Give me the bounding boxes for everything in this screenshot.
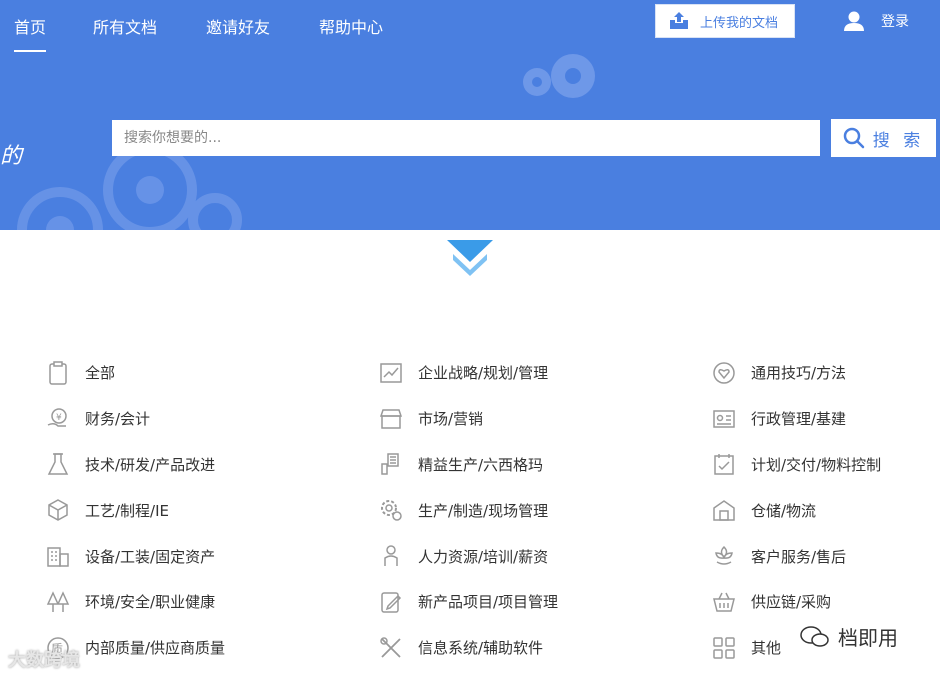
svg-text:¥: ¥ — [56, 413, 62, 423]
building-icon — [45, 543, 71, 569]
money-hand-icon: ¥ — [45, 406, 71, 432]
nav-home[interactable]: 首页 — [14, 14, 47, 52]
search-button-label: 搜 索 — [872, 130, 925, 151]
category-item[interactable]: 客户服务/售后 — [711, 533, 881, 579]
wechat-icon — [800, 625, 829, 647]
watermark-right-label: 档即用 — [838, 626, 898, 650]
category-item[interactable]: 信息系统/辅助软件 — [378, 625, 558, 671]
search-button[interactable]: 搜 索 — [831, 119, 936, 157]
gear-decoration-top-icon — [523, 54, 595, 98]
category-item[interactable]: 行政管理/基建 — [711, 396, 881, 442]
watermark-right: 档即用 — [800, 622, 898, 651]
category-label: 环境/安全/职业健康 — [85, 593, 216, 612]
upload-label: 上传我的文档 — [700, 15, 779, 31]
login-label: 登录 — [881, 14, 909, 30]
gear-icon — [378, 497, 404, 523]
category-label: 设备/工装/固定资产 — [85, 547, 216, 566]
id-card-icon — [711, 406, 737, 432]
category-item[interactable]: 人力资源/培训/薪资 — [378, 533, 558, 579]
category-label: 信息系统/辅助软件 — [418, 639, 544, 658]
category-label: 客户服务/售后 — [751, 547, 847, 566]
category-item[interactable]: 精益生产/六西格玛 — [378, 442, 558, 488]
cube-icon — [45, 497, 71, 523]
category-item[interactable]: 市场/营销 — [378, 396, 558, 442]
tools-icon — [378, 635, 404, 661]
flask-icon — [45, 451, 71, 477]
category-item[interactable]: 工艺/制程/IE — [45, 487, 225, 533]
category-item[interactable]: 技术/研发/产品改进 — [45, 442, 225, 488]
category-label: 仓储/物流 — [751, 501, 817, 520]
login-link[interactable]: 登录 — [843, 10, 909, 32]
lean-production-icon — [378, 451, 404, 477]
search-input[interactable] — [112, 120, 820, 156]
category-item[interactable]: 通用技巧/方法 — [711, 350, 881, 396]
nav-help-center[interactable]: 帮助中心 — [319, 14, 383, 38]
category-item[interactable]: 全部 — [45, 350, 225, 396]
category-item[interactable]: 仓储/物流 — [711, 487, 881, 533]
category-label: 人力资源/培训/薪资 — [418, 547, 549, 566]
nav-invite-friends[interactable]: 邀请好友 — [206, 14, 270, 38]
category-item[interactable]: 设备/工装/固定资产 — [45, 533, 225, 579]
category-label: 供应链/采购 — [751, 593, 832, 612]
search-icon — [843, 127, 865, 149]
category-label: 新产品项目/项目管理 — [418, 593, 559, 612]
search-box — [112, 120, 820, 156]
tree-icon — [45, 589, 71, 615]
calendar-check-icon — [711, 451, 737, 477]
category-label: 通用技巧/方法 — [751, 364, 847, 383]
category-column-2: 企业战略/规划/管理 市场/营销 精益生产/六西格玛 生产/制造/现场管理 人力… — [378, 350, 558, 671]
category-label: 技术/研发/产品改进 — [85, 455, 216, 474]
upload-button[interactable]: 上传我的文档 — [655, 4, 795, 38]
watermark-left: 大数跨境 — [8, 650, 80, 671]
clipboard-icon — [45, 360, 71, 386]
category-item[interactable]: 供应链/采购 — [711, 579, 881, 625]
user-icon — [844, 11, 864, 31]
flower-icon — [711, 543, 737, 569]
chevron-down-icon — [447, 240, 493, 276]
grid-icon — [711, 635, 737, 661]
category-item[interactable]: 生产/制造/现场管理 — [378, 487, 558, 533]
heart-circle-icon — [711, 360, 737, 386]
strategy-board-icon — [378, 360, 404, 386]
shop-icon — [378, 406, 404, 432]
category-item[interactable]: ¥ 财务/会计 — [45, 396, 225, 442]
category-label: 企业战略/规划/管理 — [418, 364, 549, 383]
category-label: 计划/交付/物料控制 — [751, 455, 882, 474]
category-label: 精益生产/六西格玛 — [418, 455, 544, 474]
person-icon — [378, 543, 404, 569]
slogan-fragment: 的 — [0, 144, 23, 169]
category-label: 生产/制造/现场管理 — [418, 501, 549, 520]
category-label: 内部质量/供应商质量 — [85, 639, 226, 658]
category-label: 财务/会计 — [85, 410, 151, 429]
nav-all-docs[interactable]: 所有文档 — [93, 14, 157, 38]
upload-icon — [670, 12, 688, 29]
category-item[interactable]: 新产品项目/项目管理 — [378, 579, 558, 625]
category-label: 工艺/制程/IE — [85, 501, 170, 520]
gear-decoration-icon — [17, 150, 242, 230]
hero-banner: 的 首页 所有文档 邀请好友 帮助中心 上传我的文档 登录 搜 索 — [0, 0, 940, 230]
basket-icon — [711, 589, 737, 615]
warehouse-icon — [711, 497, 737, 523]
top-nav: 首页 所有文档 邀请好友 帮助中心 上传我的文档 登录 — [0, 0, 940, 52]
edit-document-icon — [378, 589, 404, 615]
category-item[interactable]: 环境/安全/职业健康 — [45, 579, 225, 625]
category-label: 市场/营销 — [418, 410, 484, 429]
category-item[interactable]: 企业战略/规划/管理 — [378, 350, 558, 396]
category-column-1: 全部 ¥ 财务/会计 技术/研发/产品改进 工艺/制程/IE 设备/工装/固定资… — [45, 350, 225, 671]
category-label: 全部 — [85, 364, 116, 383]
category-item[interactable]: 计划/交付/物料控制 — [711, 442, 881, 488]
category-label: 行政管理/基建 — [751, 410, 847, 429]
category-label: 其他 — [751, 639, 782, 658]
